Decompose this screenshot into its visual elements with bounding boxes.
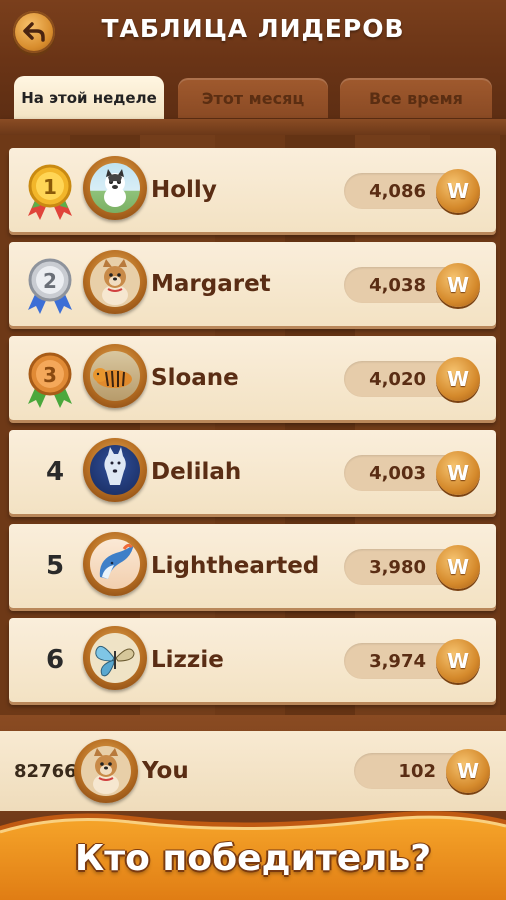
player-score: 3,980 — [369, 556, 426, 578]
svg-text:1: 1 — [43, 175, 57, 199]
tab-this-month[interactable]: Этот месяц — [178, 78, 328, 118]
svg-text:3: 3 — [43, 363, 57, 387]
butterfly-icon — [95, 645, 135, 677]
player-name: Sloane — [151, 365, 239, 391]
w-coin-icon: W — [436, 357, 480, 401]
player-name: You — [142, 758, 189, 784]
w-coin-icon: W — [436, 545, 480, 589]
current-player-row[interactable]: 82766 You 102 W — [0, 731, 506, 811]
leaderboard-row[interactable]: 5 Lighthearted 3,980 W — [9, 524, 496, 608]
player-name: Margaret — [151, 271, 271, 297]
gold-medal-icon: 1 — [28, 164, 72, 220]
header: ТАБЛИЦА ЛИДЕРОВ На этой неделе Этот меся… — [0, 0, 506, 135]
tiger-avatar — [83, 344, 147, 408]
player-name: Lizzie — [151, 647, 224, 673]
dog-icon — [104, 169, 126, 207]
dog-icon — [93, 748, 119, 794]
whale-avatar — [83, 532, 147, 596]
w-coin-icon: W — [446, 749, 490, 793]
leaderboard-row[interactable]: 1 Holly 4,086 W — [9, 148, 496, 232]
player-name: Lighthearted — [151, 553, 320, 579]
player-score: 4,038 — [369, 274, 426, 296]
silver-medal-icon: 2 — [28, 258, 72, 314]
w-coin-icon: W — [436, 169, 480, 213]
leaderboard-row[interactable]: 4 Delilah 4,003 W — [9, 430, 496, 514]
player-score: 4,003 — [369, 462, 426, 484]
whale-icon — [99, 543, 134, 579]
tiger-icon — [93, 368, 132, 388]
player-name: Holly — [151, 177, 217, 203]
butterfly-avatar — [83, 626, 147, 690]
w-coin-icon: W — [436, 263, 480, 307]
dog-avatar — [83, 156, 147, 220]
bronze-medal-icon: 3 — [28, 352, 72, 408]
player-score: 4,020 — [369, 368, 426, 390]
dog-icon — [102, 259, 128, 305]
w-coin-icon: W — [436, 639, 480, 683]
dog-avatar — [74, 739, 138, 803]
player-rank: 82766 — [14, 760, 77, 782]
rank-number: 6 — [45, 645, 65, 675]
banner-title: Кто победитель? — [74, 838, 432, 879]
tab-this-week[interactable]: На этой неделе — [14, 76, 164, 120]
rank-number: 5 — [45, 551, 65, 581]
rank-number: 4 — [45, 457, 65, 487]
player-score: 3,974 — [369, 650, 426, 672]
wolf-avatar — [83, 438, 147, 502]
player-name: Delilah — [151, 459, 242, 485]
dog-avatar — [83, 250, 147, 314]
player-score: 4,086 — [369, 180, 426, 202]
leaderboard-row[interactable]: 6 Lizzie 3,974 W — [9, 618, 496, 702]
wolf-icon — [104, 447, 126, 485]
leaderboard-row[interactable]: 3 Sloane 4,020 W — [9, 336, 496, 420]
w-coin-icon: W — [436, 451, 480, 495]
tab-all-time[interactable]: Все время — [340, 78, 492, 118]
svg-text:2: 2 — [43, 269, 57, 293]
page-title: ТАБЛИЦА ЛИДЕРОВ — [101, 14, 405, 43]
leaderboard-row[interactable]: 2 Margaret 4,038 W — [9, 242, 496, 326]
player-score: 102 — [398, 760, 436, 782]
